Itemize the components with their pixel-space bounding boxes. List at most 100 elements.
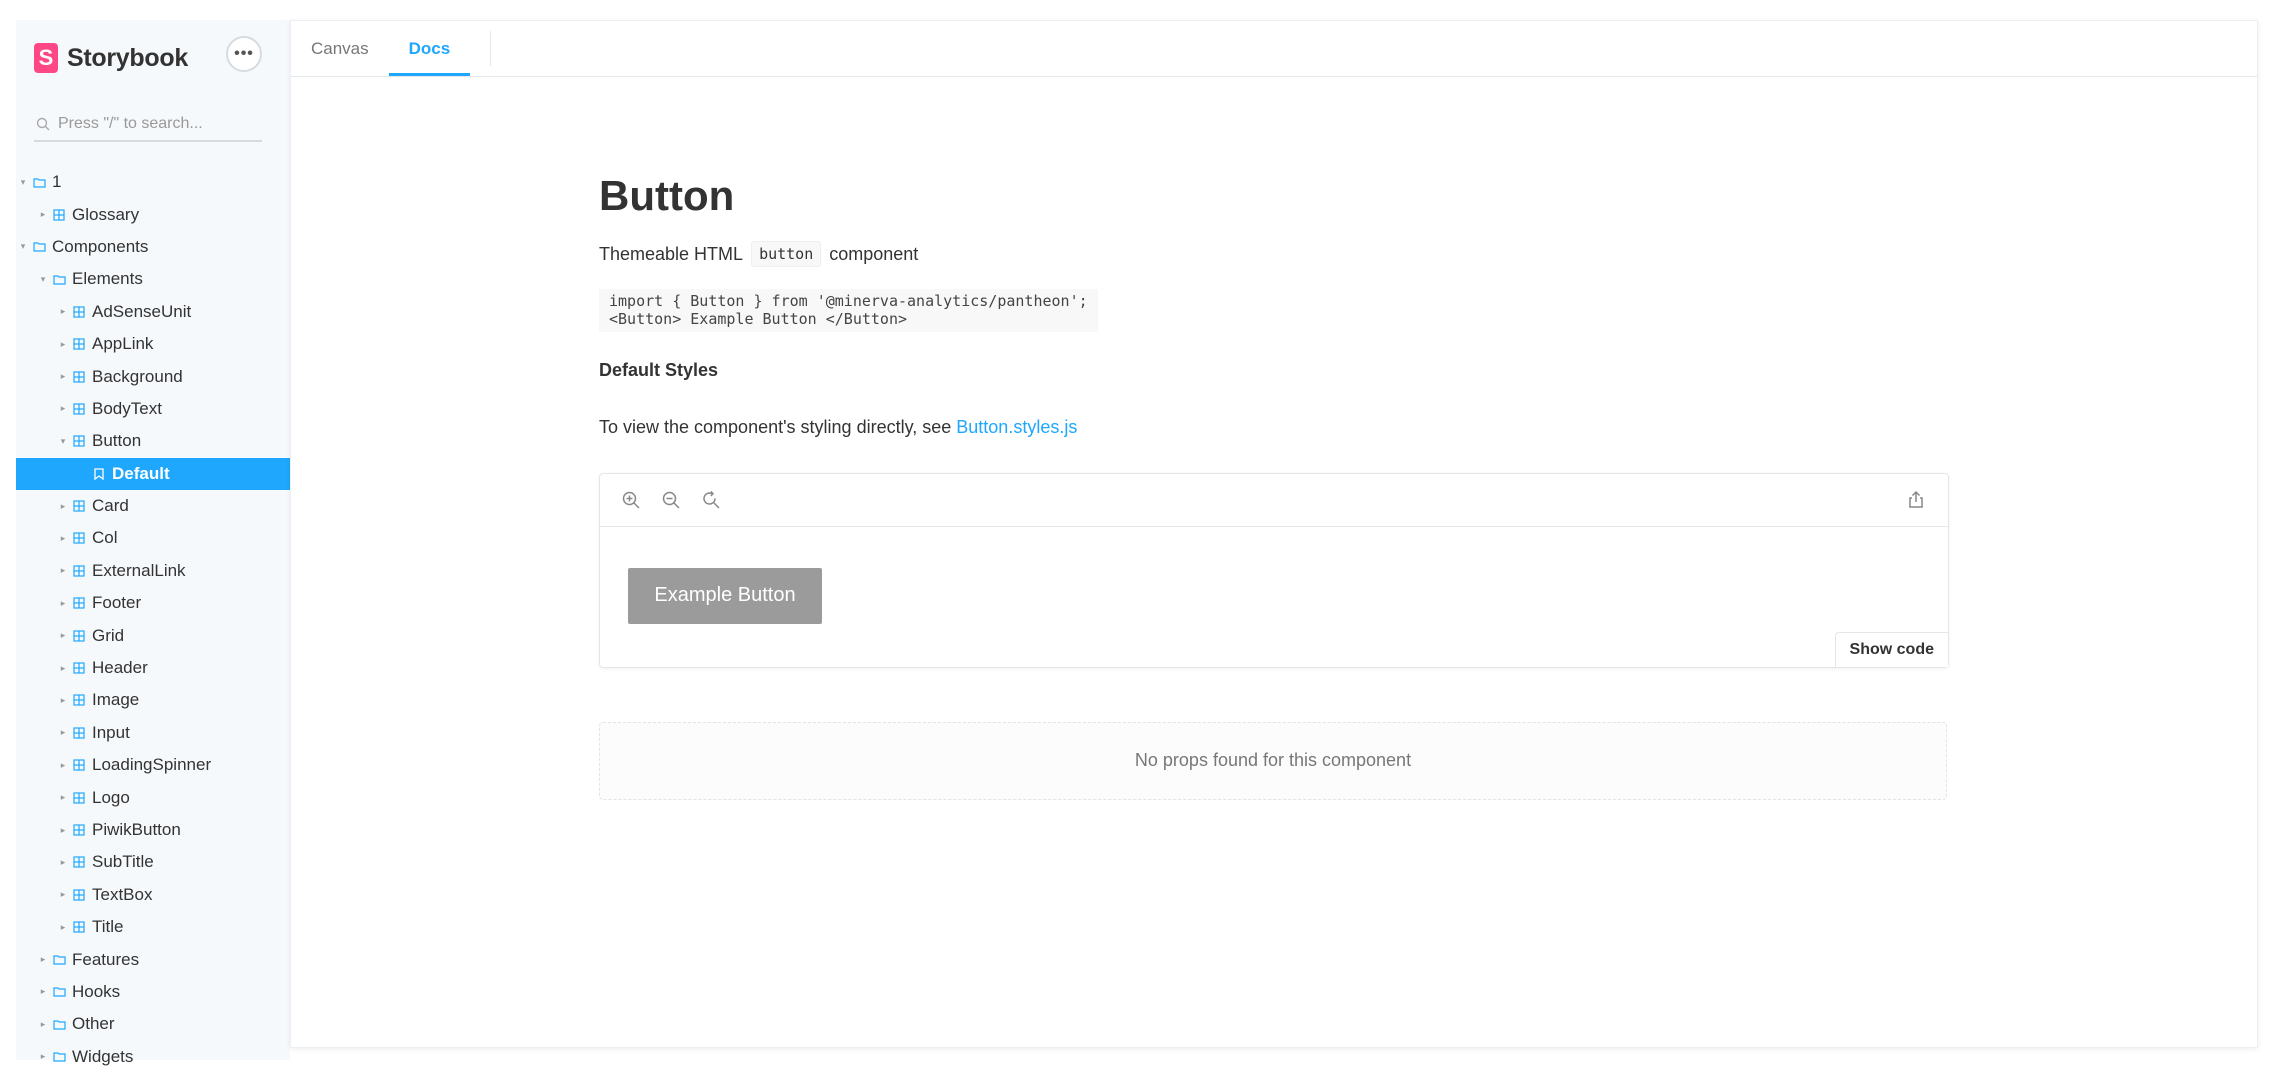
component-icon bbox=[72, 596, 86, 610]
caret-right-icon: ▸ bbox=[60, 792, 66, 803]
component-icon bbox=[72, 855, 86, 869]
component-icon bbox=[72, 564, 86, 578]
search-field[interactable]: Press "/" to search... bbox=[34, 108, 262, 142]
sidebar-item-footer[interactable]: ▸ Footer bbox=[16, 587, 290, 619]
component-icon bbox=[72, 305, 86, 319]
brand-name: Storybook bbox=[67, 43, 188, 72]
sidebar-item-header[interactable]: ▸ Header bbox=[16, 652, 290, 684]
example-button[interactable]: Example Button bbox=[628, 567, 822, 624]
story-preview: Example Button Show code bbox=[599, 472, 1949, 668]
sidebar-item-label: BodyText bbox=[92, 398, 162, 418]
sidebar-item-grid[interactable]: ▸ Grid bbox=[16, 619, 290, 651]
code-line: import { Button } from '@minerva-analyti… bbox=[609, 292, 1088, 311]
sidebar-item-col[interactable]: ▸ Col bbox=[16, 522, 290, 554]
sidebar-item-background[interactable]: ▸ Background bbox=[16, 360, 290, 392]
component-icon bbox=[72, 531, 86, 545]
sidebar-item-label: AppLink bbox=[92, 334, 154, 354]
sidebar-item-bodytext[interactable]: ▸ BodyText bbox=[16, 393, 290, 425]
folder-icon bbox=[52, 953, 66, 967]
component-icon bbox=[72, 629, 86, 643]
description-text-after: component bbox=[829, 243, 919, 264]
tab-divider bbox=[490, 31, 492, 66]
no-props-message: No props found for this component bbox=[1134, 750, 1412, 771]
folder-icon bbox=[52, 1050, 66, 1064]
component-description: Themeable HTML button component bbox=[599, 241, 1949, 268]
show-code-button[interactable]: Show code bbox=[1834, 631, 1948, 667]
code-line: <Button> Example Button </Button> bbox=[609, 309, 908, 328]
sidebar-item-widgets[interactable]: ▸ Widgets bbox=[16, 1041, 290, 1073]
sidebar-item-logo[interactable]: ▸ Logo bbox=[16, 781, 290, 813]
sidebar-item-label: Card bbox=[92, 496, 129, 516]
tab-canvas[interactable]: Canvas bbox=[291, 21, 389, 76]
component-icon bbox=[72, 791, 86, 805]
sidebar-item-piwikbutton[interactable]: ▸ PiwikButton bbox=[16, 814, 290, 846]
styles-link-line: To view the component's styling directly… bbox=[599, 417, 1949, 438]
brand[interactable]: S Storybook bbox=[34, 40, 188, 76]
component-icon bbox=[52, 208, 66, 222]
sidebar-item-label: Grid bbox=[92, 625, 125, 645]
sidebar-item-components[interactable]: ▾ Components bbox=[16, 231, 290, 263]
sidebar-item-default[interactable]: Default bbox=[16, 457, 290, 490]
sidebar-item-adsenseunit[interactable]: ▸ AdSenseUnit bbox=[16, 296, 290, 328]
sidebar-item-externallink[interactable]: ▸ ExternalLink bbox=[16, 555, 290, 587]
more-options-button[interactable]: ••• bbox=[226, 36, 262, 72]
sidebar-item-label: Col bbox=[92, 528, 118, 548]
preview-toolbar bbox=[600, 474, 1948, 527]
bookmark-icon bbox=[92, 467, 106, 481]
caret-right-icon: ▸ bbox=[40, 209, 46, 220]
caret-right-icon: ▸ bbox=[60, 306, 66, 317]
sidebar-item-loadingspinner[interactable]: ▸ LoadingSpinner bbox=[16, 749, 290, 781]
docs-content: Button Themeable HTML button component i… bbox=[599, 171, 1949, 800]
sidebar-item-subtitle[interactable]: ▸ SubTitle bbox=[16, 846, 290, 878]
caret-right-icon: ▸ bbox=[40, 986, 46, 997]
caret-right-icon: ▸ bbox=[60, 824, 66, 835]
sidebar-item-elements[interactable]: ▾ Elements bbox=[16, 263, 290, 295]
sidebar-item-label: Image bbox=[92, 690, 140, 710]
component-icon bbox=[72, 337, 86, 351]
component-icon bbox=[72, 434, 86, 448]
caret-right-icon: ▸ bbox=[60, 921, 66, 932]
sidebar-item-label: Background bbox=[92, 366, 183, 386]
sidebar-item-label: Other bbox=[72, 1014, 115, 1034]
component-icon bbox=[72, 370, 86, 384]
sidebar-item-title[interactable]: ▸ Title bbox=[16, 911, 290, 943]
component-icon bbox=[72, 693, 86, 707]
main-panel: Canvas Docs Button Themeable HTML button… bbox=[290, 20, 2258, 1048]
zoom-in-icon[interactable] bbox=[620, 489, 642, 511]
styles-file-link[interactable]: Button.styles.js bbox=[956, 417, 1077, 437]
caret-right-icon: ▸ bbox=[60, 500, 66, 511]
props-table-empty: No props found for this component bbox=[599, 721, 1947, 800]
sidebar-item-applink[interactable]: ▸ AppLink bbox=[16, 328, 290, 360]
sidebar-item-features[interactable]: ▸ Features bbox=[16, 943, 290, 975]
sidebar-item-image[interactable]: ▸ Image bbox=[16, 684, 290, 716]
zoom-reset-icon[interactable] bbox=[700, 489, 722, 511]
sidebar-item-1[interactable]: ▾ 1 bbox=[16, 166, 290, 198]
caret-right-icon: ▸ bbox=[40, 1051, 46, 1062]
sidebar-item-other[interactable]: ▸ Other bbox=[16, 1008, 290, 1040]
tab-docs[interactable]: Docs bbox=[388, 21, 471, 76]
zoom-out-icon[interactable] bbox=[660, 489, 682, 511]
component-icon bbox=[72, 888, 86, 902]
caret-right-icon: ▸ bbox=[40, 1018, 46, 1029]
share-icon[interactable] bbox=[1906, 490, 1926, 515]
sidebar-item-hooks[interactable]: ▸ Hooks bbox=[16, 976, 290, 1008]
caret-right-icon: ▸ bbox=[60, 727, 66, 738]
component-icon bbox=[72, 402, 86, 416]
caret-down-icon: ▾ bbox=[20, 241, 26, 252]
sidebar-item-textbox[interactable]: ▸ TextBox bbox=[16, 879, 290, 911]
sidebar-item-input[interactable]: ▸ Input bbox=[16, 717, 290, 749]
search-placeholder: Press "/" to search... bbox=[58, 115, 203, 132]
folder-icon bbox=[52, 272, 66, 286]
sidebar-item-label: Title bbox=[92, 917, 124, 937]
sidebar-item-label: Components bbox=[52, 236, 149, 256]
import-code-block: import { Button } from '@minerva-analyti… bbox=[599, 289, 1098, 332]
sidebar-item-label: LoadingSpinner bbox=[92, 755, 212, 775]
styles-link-prefix: To view the component's styling directly… bbox=[599, 416, 952, 437]
component-icon bbox=[72, 661, 86, 675]
component-icon bbox=[72, 920, 86, 934]
sidebar-item-glossary[interactable]: ▸ Glossary bbox=[16, 198, 290, 230]
folder-icon bbox=[32, 175, 46, 189]
sidebar-item-card[interactable]: ▸ Card bbox=[16, 490, 290, 522]
sidebar-item-button[interactable]: ▾ Button bbox=[16, 425, 290, 457]
tab-bar: Canvas Docs bbox=[291, 21, 2257, 77]
